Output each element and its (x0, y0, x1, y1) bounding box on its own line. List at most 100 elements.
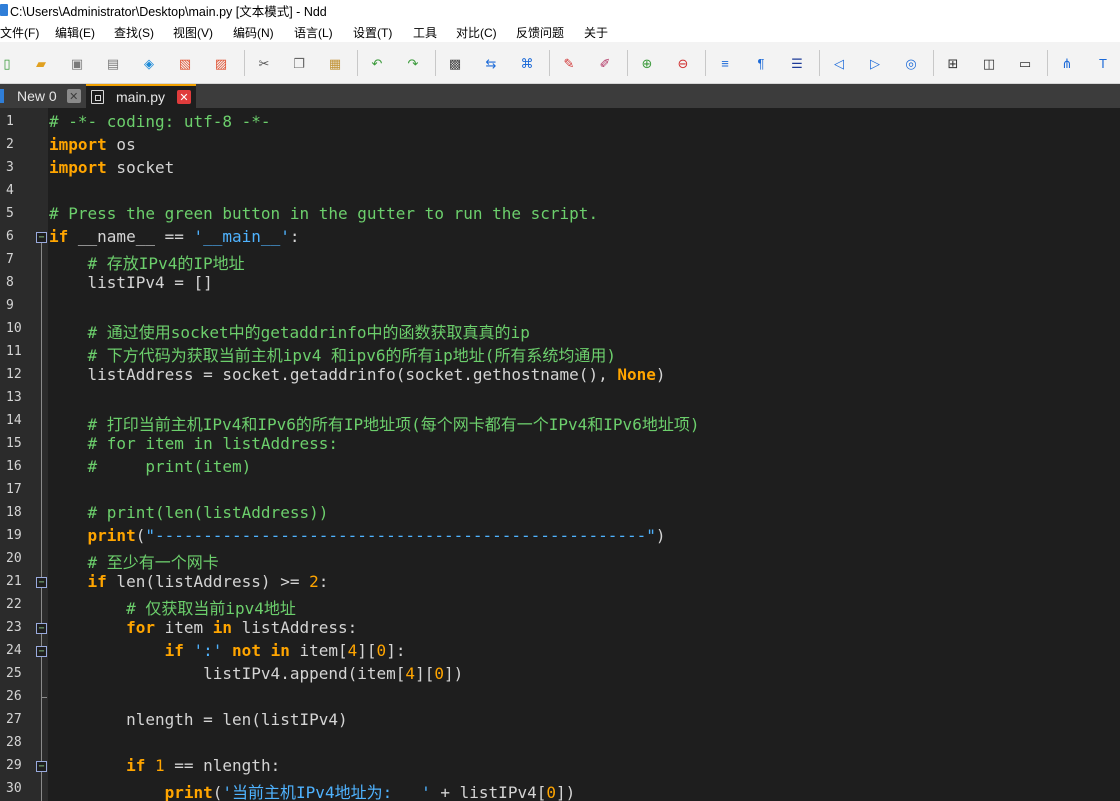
code-line[interactable]: 5 # Press the green button in the gutter … (0, 203, 1120, 226)
clear-mark-icon[interactable]: ✐ (595, 53, 615, 73)
code-line[interactable]: 13 (0, 387, 1120, 410)
code-line[interactable]: 8 listIPv4 = [] (0, 272, 1120, 295)
code-line[interactable]: 20 # 至少有一个网卡 (0, 548, 1120, 573)
close-all-icon[interactable]: ▨ (211, 53, 231, 73)
mark-icon[interactable]: ✎ (559, 53, 579, 73)
menu-item-3[interactable]: 视图(V) (173, 24, 213, 41)
code-line[interactable]: 1 # -*- coding: utf-8 -*- (0, 111, 1120, 134)
new-file-icon[interactable]: ▯ (0, 53, 17, 73)
code-text: # 至少有一个网卡 (49, 549, 219, 573)
monitor-icon[interactable]: ▭ (1015, 53, 1035, 73)
code-line[interactable]: 14 # 打印当前主机IPv4和IPv6的所有IP地址项(每个网卡都有一个IPv… (0, 410, 1120, 434)
code-line[interactable]: 25 listIPv4.append(item[4][0]) (0, 663, 1120, 686)
menu-item-9[interactable]: 反馈问题 (516, 24, 564, 41)
next-icon[interactable]: ▷ (865, 53, 885, 73)
menu-item-8[interactable]: 对比(C) (456, 24, 497, 41)
menu-item-6[interactable]: 设置(T) (353, 24, 392, 41)
fold-toggle-icon[interactable]: − (36, 623, 47, 634)
menu-item-10[interactable]: 关于 (584, 24, 608, 41)
redo-icon[interactable]: ↷ (403, 53, 423, 73)
fold-toggle-icon[interactable]: − (36, 646, 47, 657)
code-line[interactable]: 7 # 存放IPv4的IP地址 (0, 249, 1120, 274)
column-mode-icon[interactable]: ⊞ (943, 53, 963, 73)
code-token: == nlength: (164, 756, 281, 775)
show-symbols-icon[interactable]: ¶ (751, 53, 771, 73)
close-icon[interactable]: ✕ (177, 90, 192, 104)
paste-icon[interactable]: ▦ (325, 53, 345, 73)
menu-item-4[interactable]: 编码(N) (233, 24, 274, 41)
find-icon[interactable]: ▩ (445, 53, 465, 73)
line-number: 16 (6, 459, 22, 474)
encoding-icon[interactable]: ◈ (139, 53, 159, 73)
code-line[interactable]: 9 (0, 295, 1120, 318)
code-line[interactable]: 26 (0, 686, 1120, 709)
menu-item-2[interactable]: 查找(S) (114, 24, 154, 41)
code-token: len(listAddress) >= (106, 572, 310, 591)
code-line[interactable]: 28 (0, 732, 1120, 755)
menu-item-0[interactable]: 文件(F) (0, 24, 39, 41)
save-icon[interactable]: ▣ (67, 53, 87, 73)
menu-item-1[interactable]: 编辑(E) (55, 24, 95, 41)
code-token: 1 (154, 756, 165, 775)
code-token: # 仅获取当前ipv4地址 (126, 599, 296, 618)
bookmark-icon[interactable]: ⌘ (517, 53, 537, 73)
code-line[interactable]: 21 if len(listAddress) >= 2: (0, 571, 1120, 594)
split-view-icon[interactable]: ◫ (979, 53, 999, 73)
code-text: import os (49, 135, 136, 154)
fold-toggle-icon[interactable]: − (36, 577, 47, 588)
zoom-out-icon[interactable]: ⊖ (673, 53, 693, 73)
code-token: 2 (309, 572, 319, 591)
code-line[interactable]: 4 (0, 180, 1120, 203)
menu-item-7[interactable]: 工具 (413, 24, 437, 41)
code-line[interactable]: 16 # print(item) (0, 456, 1120, 479)
code-line[interactable]: 15 # for item in listAddress: (0, 433, 1120, 456)
tab-new-0[interactable]: New 0 ✕ (0, 84, 86, 108)
code-editor[interactable]: 1 # -*- coding: utf-8 -*- 2 import os 3 impor… (0, 108, 1120, 801)
code-line[interactable]: 10 # 通过使用socket中的getaddrinfo中的函数获取真真的ip (0, 318, 1120, 342)
code-line[interactable]: 19 print("------------------------------… (0, 525, 1120, 548)
text-mode-icon[interactable]: T (1093, 53, 1113, 73)
code-line[interactable]: 30 print('当前主机IPv4地址为: ' + listIPv4[0]) (0, 778, 1120, 801)
zoom-in-icon[interactable]: ⊕ (637, 53, 657, 73)
code-line[interactable]: 29 if 1 == nlength: (0, 755, 1120, 778)
code-line[interactable]: 22 # 仅获取当前ipv4地址 (0, 594, 1120, 618)
code-token: 0 (546, 783, 556, 801)
code-token: ]: (386, 641, 406, 660)
line-number: 5 (6, 206, 14, 221)
tree-icon[interactable]: ⋔ (1057, 53, 1077, 73)
code-line[interactable]: 18 # print(len(listAddress)) (0, 502, 1120, 525)
code-line[interactable]: 17 (0, 479, 1120, 502)
code-line[interactable]: 12 listAddress = socket.getaddrinfo(sock… (0, 364, 1120, 387)
toolbar-separator (705, 50, 706, 76)
code-line[interactable]: 23 for item in listAddress: (0, 617, 1120, 640)
indent-guide-icon[interactable]: ☰ (787, 53, 807, 73)
code-line[interactable]: 3 import socket (0, 157, 1120, 180)
tab-main-py[interactable]: main.py ✕ (86, 84, 196, 108)
prev-icon[interactable]: ◁ (829, 53, 849, 73)
code-token: if (126, 756, 146, 775)
code-text: # 存放IPv4的IP地址 (49, 250, 245, 274)
fold-toggle-icon[interactable]: − (36, 761, 47, 772)
close-file-icon[interactable]: ▧ (175, 53, 195, 73)
undo-icon[interactable]: ↶ (367, 53, 387, 73)
code-line[interactable]: 2 import os (0, 134, 1120, 157)
line-number: 7 (6, 252, 14, 267)
code-line[interactable]: 11 # 下方代码为获取当前主机ipv4 和ipv6的所有ip地址(所有系统均通… (0, 341, 1120, 365)
menu-item-5[interactable]: 语言(L) (294, 24, 333, 41)
code-line[interactable]: 27 nlength = len(listIPv4) (0, 709, 1120, 732)
fold-toggle-icon[interactable]: − (36, 232, 47, 243)
save-all-icon[interactable]: ▤ (103, 53, 123, 73)
goto-icon[interactable]: ◎ (901, 53, 921, 73)
line-number: 13 (6, 390, 22, 405)
code-line[interactable]: 6 if __name__ == '__main__': (0, 226, 1120, 249)
close-icon[interactable]: ✕ (66, 89, 81, 103)
copy-icon[interactable]: ❐ (289, 53, 309, 73)
cut-icon[interactable]: ✂ (254, 53, 274, 73)
replace-icon[interactable]: ⇆ (481, 53, 501, 73)
open-file-icon[interactable]: ▰ (31, 53, 51, 73)
word-wrap-icon[interactable]: ≡ (715, 53, 735, 73)
code-line[interactable]: 24 if ':' not in item[4][0]: (0, 640, 1120, 663)
